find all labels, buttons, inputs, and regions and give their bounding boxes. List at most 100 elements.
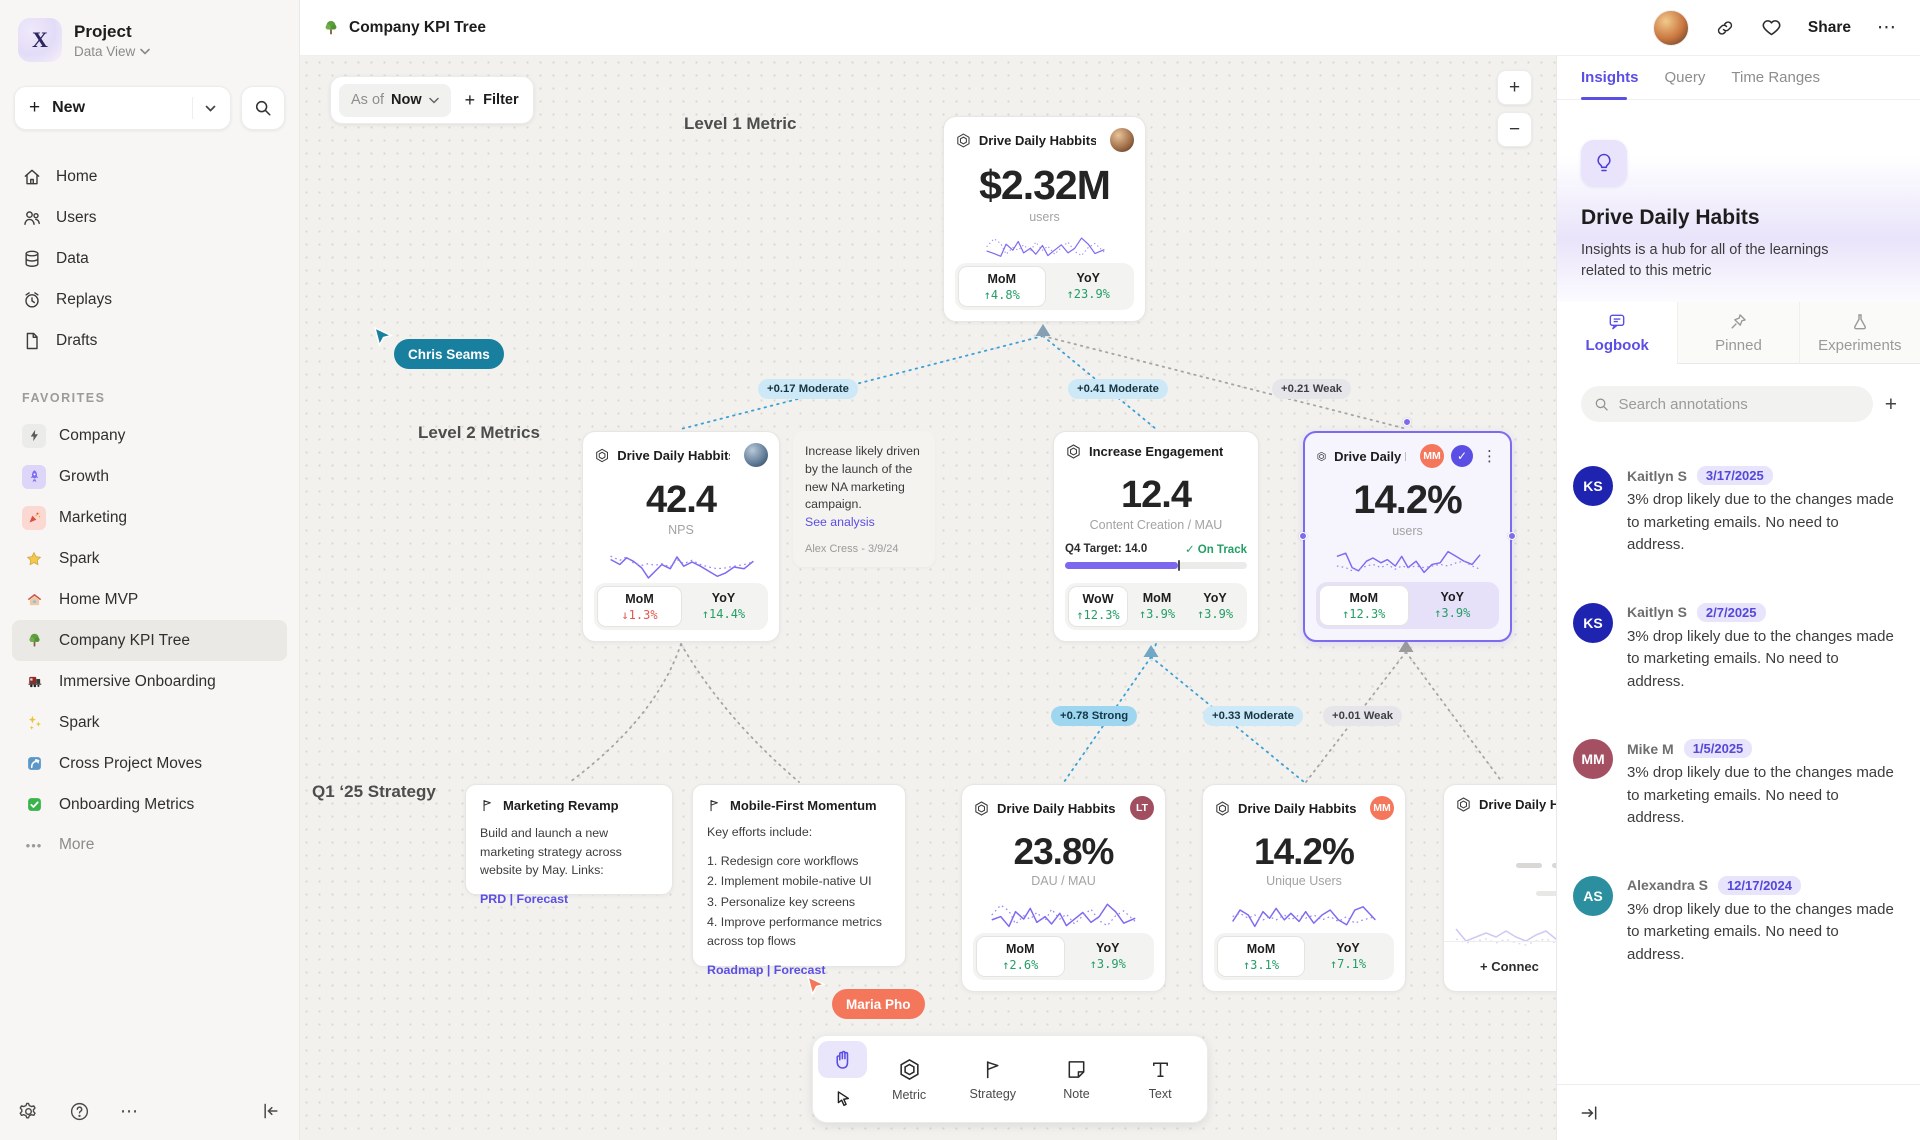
favorite-heart-icon[interactable] [1761,17,1782,38]
share-button[interactable]: Share [1808,19,1851,37]
annotation-date-badge[interactable]: 1/5/2025 [1684,739,1753,758]
more-horizontal-icon[interactable]: ⋯ [120,1101,138,1122]
stat-chip-mom[interactable]: MoM ↑4.8% [958,266,1046,307]
collapse-sidebar-icon[interactable] [261,1101,281,1121]
metric-card-dau-mau[interactable]: Drive Daily Habbits LT 23.8% DAU / MAU M… [961,784,1166,992]
tab-insights[interactable]: Insights [1581,69,1639,86]
favorite-spark-2[interactable]: Spark [12,702,287,743]
strategy-tool-button[interactable]: Strategy [951,1041,1035,1117]
stat-chip-yoy[interactable]: YoY ↑3.9% [1409,585,1497,626]
tool-label: Strategy [969,1087,1016,1101]
stat-chip-yoy[interactable]: YoY ↑23.9% [1046,266,1132,307]
favorite-marketing[interactable]: Marketing [12,497,287,538]
annotation-note-card[interactable]: Increase likely driven by the launch of … [793,431,935,567]
stat-chip-yoy[interactable]: YoY ↑14.4% [682,586,765,627]
metric-card-unconnected[interactable]: Drive Daily Hab + Connec [1443,784,1556,992]
text-icon [1149,1058,1172,1081]
collapse-panel-icon[interactable] [1579,1103,1599,1123]
stat-chip-mom[interactable]: MoM ↑2.6% [976,936,1065,977]
as-of-dropdown[interactable]: As of Now [339,84,451,117]
metric-card-increase-engagement[interactable]: Increase Engagement 12.4 Content Creatio… [1053,431,1259,642]
annotation-search[interactable] [1581,386,1873,422]
user-avatar[interactable] [1653,10,1689,46]
gear-icon[interactable] [18,1101,39,1122]
favorite-immersive-onboarding[interactable]: Immersive Onboarding [12,661,287,702]
hand-tool-button[interactable] [818,1041,867,1078]
stat-chip-yoy[interactable]: YoY ↑7.1% [1305,936,1391,977]
annotation-item[interactable]: KS Kaitlyn S 3/17/2025 3% drop likely du… [1557,454,1920,569]
copy-link-icon[interactable] [1715,18,1735,38]
zoom-in-button[interactable]: + [1497,70,1532,105]
favorite-company[interactable]: Company [12,415,287,456]
annotation-search-input[interactable] [1618,396,1859,413]
new-button[interactable]: + New [14,86,231,130]
tab-query[interactable]: Query [1665,69,1706,86]
strategy-card-marketing-revamp[interactable]: Marketing Revamp Build and launch a new … [465,784,673,895]
more-options-icon[interactable]: ⋯ [1877,16,1898,39]
sidebar-item-home[interactable]: Home [12,156,287,197]
flask-icon [1850,312,1870,332]
stat-chip-yoy[interactable]: YoY ↑3.9% [1186,586,1244,627]
filter-button[interactable]: + Filter [465,90,519,111]
connect-metric-button[interactable]: + Connec [1444,941,1556,991]
subtab-experiments[interactable]: Experiments [1799,302,1920,364]
help-icon[interactable] [69,1101,90,1122]
owner-avatar[interactable] [1110,128,1134,152]
owner-avatar[interactable] [744,443,768,467]
metric-card-drive-daily-habits-nps[interactable]: Drive Daily Habbits 42.4 NPS MoM ↓1.3% Y… [582,431,780,642]
owner-badge[interactable]: MM [1420,444,1444,468]
favorite-home-mvp[interactable]: Home MVP [12,579,287,620]
annotation-text: 3% drop likely due to the changes made t… [1627,899,1899,967]
project-switcher[interactable]: X Project Data View [12,16,287,64]
strategy-card-mobile-first-momentum[interactable]: Mobile-First Momentum Key efforts includ… [692,784,906,967]
kpi-canvas[interactable]: As of Now + Filter + − Level 1 Metric Le… [300,56,1556,1140]
add-annotation-button[interactable]: + [1885,394,1897,415]
tab-time-ranges[interactable]: Time Ranges [1731,69,1820,86]
annotation-date-badge[interactable]: 3/17/2025 [1697,466,1773,485]
note-tool-button[interactable]: Note [1035,1041,1119,1117]
stat-chip-mom[interactable]: MoM ↑3.9% [1128,586,1186,627]
annotation-item[interactable]: AS Alexandra S 12/17/2024 3% drop likely… [1557,864,1920,979]
sidebar-item-replays[interactable]: Replays [12,279,287,320]
stat-value: ↑4.8% [959,288,1045,302]
sidebar-search-button[interactable] [241,86,285,130]
subtab-logbook[interactable]: Logbook [1557,302,1677,364]
zoom-out-button[interactable]: − [1497,112,1532,147]
owner-badge[interactable]: MM [1370,796,1394,820]
annotation-date-badge[interactable]: 2/7/2025 [1697,603,1766,622]
selection-handle[interactable] [1299,532,1307,540]
see-analysis-link[interactable]: See analysis [805,515,923,529]
selection-handle[interactable] [1403,418,1411,426]
on-track-status: ✓ On Track [1185,542,1247,556]
sidebar-item-data[interactable]: Data [12,238,287,279]
text-tool-button[interactable]: Text [1118,1041,1202,1117]
selection-handle[interactable] [1508,532,1516,540]
owner-badge[interactable]: LT [1130,796,1154,820]
stat-chip-mom[interactable]: MoM ↑12.3% [1319,585,1409,626]
favorite-growth[interactable]: Growth [12,456,287,497]
select-tool-button[interactable] [818,1080,867,1117]
metric-card-drive-daily-habits-selected[interactable]: Drive Daily Habb.. MM ✓ ⋮ 14.2% users Mo… [1303,431,1512,642]
stat-chip-mom[interactable]: MoM ↑3.1% [1217,936,1305,977]
favorite-onboarding-metrics[interactable]: Onboarding Metrics [12,784,287,825]
stat-chip-yoy[interactable]: YoY ↑3.9% [1065,936,1152,977]
strategy-links[interactable]: Roadmap | Forecast [707,963,891,977]
strategy-links[interactable]: PRD | Forecast [480,892,658,906]
favorites-more[interactable]: ••• More [12,825,287,865]
annotation-item[interactable]: MM Mike M 1/5/2025 3% drop likely due to… [1557,727,1920,842]
annotation-item[interactable]: KS Kaitlyn S 2/7/2025 3% drop likely due… [1557,591,1920,706]
stat-chip-mom[interactable]: MoM ↓1.3% [597,586,682,627]
favorite-company-kpi-tree[interactable]: Company KPI Tree [12,620,287,661]
subtab-pinned[interactable]: Pinned [1677,302,1798,364]
favorite-cross-project-moves[interactable]: Cross Project Moves [12,743,287,784]
sidebar-item-drafts[interactable]: Drafts [12,320,287,361]
annotation-date-badge[interactable]: 12/17/2024 [1718,876,1801,895]
sidebar-item-users[interactable]: Users [12,197,287,238]
card-menu-icon[interactable]: ⋮ [1480,447,1499,465]
stat-chip-wow[interactable]: WoW ↑12.3% [1068,586,1128,627]
metric-card-unique-users[interactable]: Drive Daily Habbits MM 14.2% Unique User… [1202,784,1406,992]
chevron-down-icon[interactable] [205,105,216,112]
favorite-spark[interactable]: Spark [12,538,287,579]
metric-card-drive-daily-habits-l1[interactable]: Drive Daily Habbits $2.32M users MoM ↑4.… [943,116,1146,322]
metric-tool-button[interactable]: Metric [867,1041,951,1117]
